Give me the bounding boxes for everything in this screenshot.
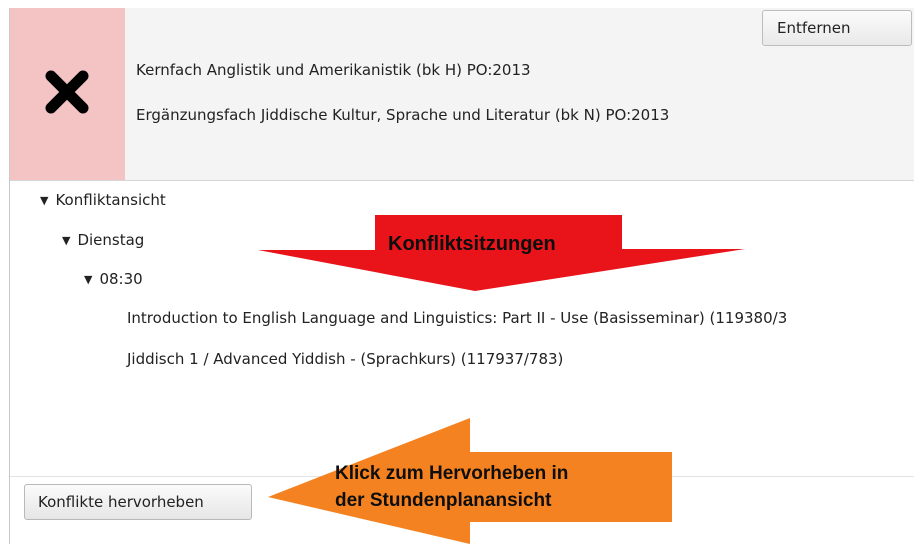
sessions-callout-label: Konfliktsitzungen (388, 233, 556, 255)
button-callout-line2: der Stundenplanansicht (335, 490, 552, 511)
button-callout-line1: Klick zum Hervorheben in (335, 463, 569, 484)
